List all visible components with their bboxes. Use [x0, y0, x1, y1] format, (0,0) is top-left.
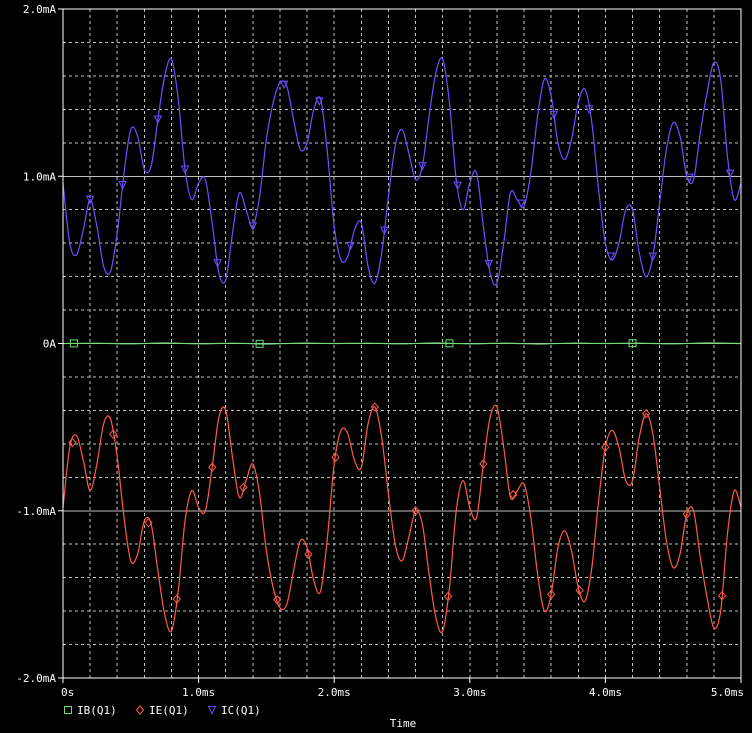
plot-background	[0, 0, 752, 733]
y-tick-label: 1.0mA	[23, 170, 56, 183]
x-tick-label: 5.0ms	[711, 686, 744, 699]
x-tick-label: 4.0ms	[589, 686, 622, 699]
x-tick-label: 0s	[61, 686, 74, 699]
x-tick-label: 2.0ms	[318, 686, 351, 699]
transient-current-plot: 2.0mA 1.0mA 0A -1.0mA -2.0mA 0s 1.0ms 2.0ms 3.0m…	[0, 0, 752, 733]
y-tick-label: -2.0mA	[16, 672, 56, 685]
x-axis-title: Time	[390, 717, 417, 730]
x-tick-label: 1.0ms	[182, 686, 215, 699]
legend-label-ib-q1: IB(Q1)	[77, 704, 117, 717]
x-tick-label: 3.0ms	[453, 686, 486, 699]
y-tick-label: 0A	[43, 338, 57, 351]
legend-label-ic-q1: IC(Q1)	[221, 704, 261, 717]
y-tick-label: 2.0mA	[23, 3, 56, 16]
y-tick-label: -1.0mA	[16, 505, 56, 518]
legend: IB(Q1) IE(Q1) IC(Q1)	[64, 704, 261, 717]
legend-label-ie-q1: IE(Q1)	[149, 704, 189, 717]
